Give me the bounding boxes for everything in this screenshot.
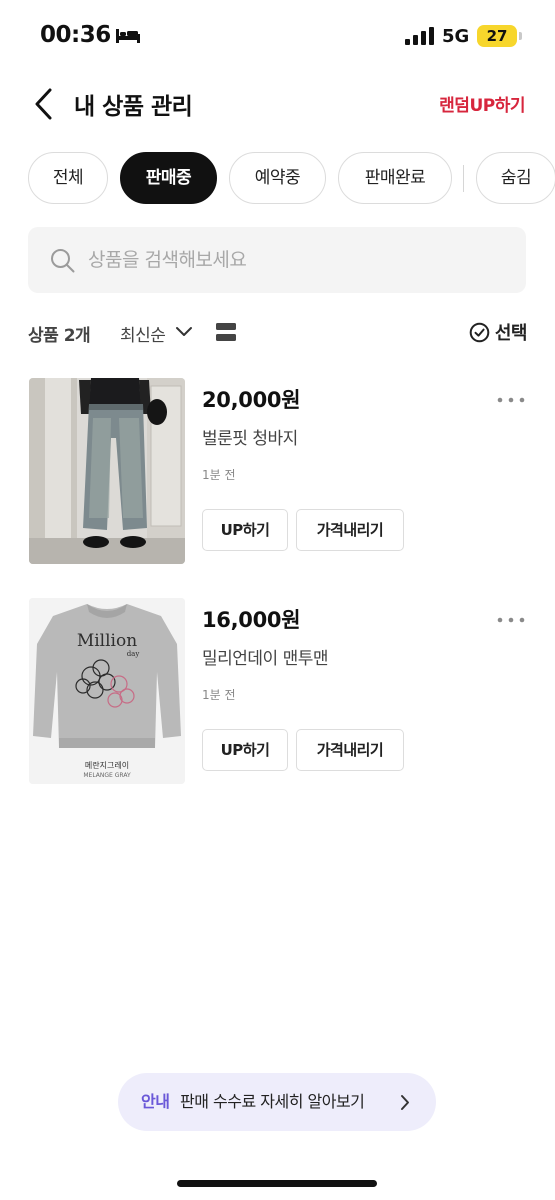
select-button[interactable]: 선택 [469,319,528,345]
product-image-sweatshirt[interactable]: Million day 메란지그레이 MELANGE GRAY [29,598,185,784]
sweatshirt-brand-text: Million [77,631,137,651]
product-time: 1분 전 [202,688,236,702]
search-bar[interactable] [28,227,526,293]
color-label-korean: 메란지그레이 [85,760,129,770]
status-bar: 00:36 5G 27 [0,0,555,72]
more-options-icon[interactable] [496,616,526,624]
lower-price-button[interactable]: 가격내리기 [296,509,404,551]
product-item[interactable]: Million day 메란지그레이 MELANGE GRAY 16,000원 … [0,598,555,788]
view-toggle-icon[interactable] [216,322,236,342]
search-icon [51,249,75,273]
tab-reserved[interactable]: 예약중 [229,152,326,204]
product-image-jeans[interactable] [29,378,185,564]
fee-info-banner[interactable]: 안내 판매 수수료 자세히 알아보기 [118,1073,436,1131]
back-arrow-icon[interactable] [30,86,58,122]
status-time: 00:36 [40,22,111,48]
product-time: 1분 전 [202,468,236,482]
tab-divider [463,165,464,192]
sweatshirt-brand-sub-text: day [127,650,140,658]
status-filter-tabs: 전체 판매중 예약중 판매완료 숨김 [0,152,555,204]
sort-dropdown[interactable]: 최신순 [120,321,166,346]
tab-on-sale[interactable]: 판매중 [120,152,217,204]
product-price: 16,000원 [202,608,301,632]
search-input[interactable] [88,227,508,293]
more-options-icon[interactable] [496,396,526,404]
page-title: 내 상품 관리 [74,94,193,120]
tab-all[interactable]: 전체 [28,152,108,204]
battery-icon: 27 [477,25,517,47]
product-item[interactable]: 20,000원 벌룬핏 청바지 1분 전 UP하기 가격내리기 [0,378,555,568]
notice-text: 판매 수수료 자세히 알아보기 [180,1092,365,1111]
color-label-english: MELANGE GRAY [83,772,131,779]
cellular-signal-icon [405,27,434,45]
chevron-down-icon[interactable] [175,325,193,339]
product-name: 밀리언데이 맨투맨 [202,649,329,669]
home-indicator [177,1180,377,1187]
network-label: 5G [442,26,470,47]
up-button[interactable]: UP하기 [202,509,288,551]
chevron-right-icon [401,1095,409,1110]
lower-price-button[interactable]: 가격내리기 [296,729,404,771]
product-price: 20,000원 [202,388,301,412]
random-up-button[interactable]: 랜덤UP하기 [439,91,525,116]
select-label: 선택 [494,323,528,344]
battery-cap [519,32,522,40]
sleep-bed-icon [116,29,140,43]
check-circle-icon [469,322,490,343]
notice-tag: 안내 [141,1092,170,1111]
tab-sold-out[interactable]: 판매완료 [338,152,452,204]
product-count: 상품 2개 [28,326,91,346]
tab-hidden[interactable]: 숨김 [476,152,555,204]
up-button[interactable]: UP하기 [202,729,288,771]
product-name: 벌룬핏 청바지 [202,429,298,449]
